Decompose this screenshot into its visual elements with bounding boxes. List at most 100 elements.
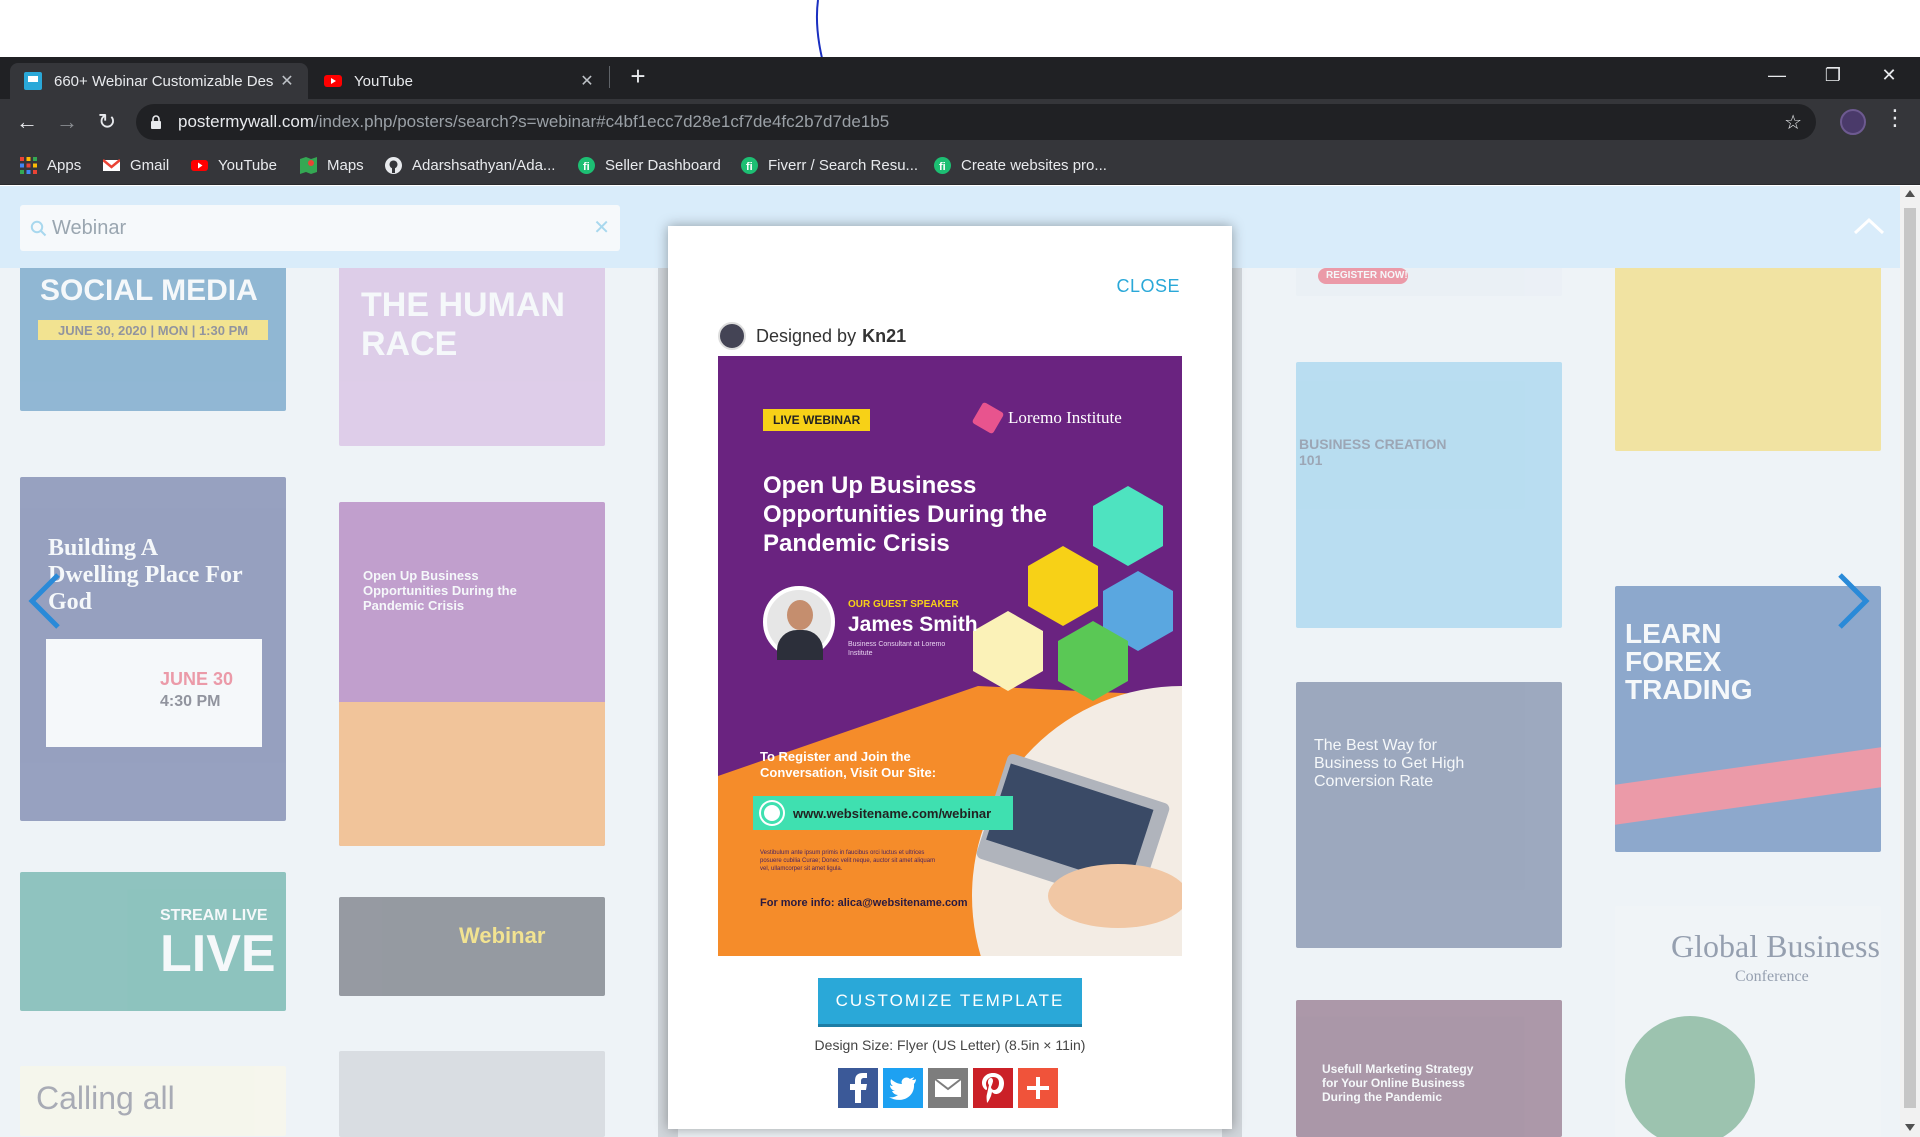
youtube-favicon-icon	[324, 75, 342, 87]
restore-icon[interactable]: ❐	[1810, 60, 1856, 90]
scroll-up-arrow[interactable]	[1905, 190, 1915, 197]
more-share-button[interactable]	[1018, 1068, 1058, 1108]
bookmark-apps[interactable]: Apps	[20, 154, 81, 176]
tab-youtube[interactable]: YouTube ✕	[310, 63, 608, 99]
share-buttons	[838, 1068, 1058, 1108]
search-input[interactable]	[52, 213, 572, 243]
template-card[interactable]: Open Up Business Opportunities During th…	[339, 502, 605, 846]
scroll-thumb[interactable]	[1904, 208, 1916, 1108]
search-box[interactable]: ✕	[20, 205, 620, 251]
designer-name[interactable]: Kn21	[862, 326, 906, 347]
chevron-up-icon[interactable]	[1852, 216, 1886, 236]
page-scrollbar[interactable]	[1900, 186, 1920, 1137]
template-card[interactable]	[1615, 266, 1881, 451]
pinterest-share-button[interactable]	[973, 1068, 1013, 1108]
bookmark-gmail[interactable]: Gmail	[103, 154, 169, 176]
profile-avatar[interactable]	[1840, 109, 1866, 135]
cursor-circle-icon	[761, 802, 783, 824]
bookmark-seller-dashboard[interactable]: fi Seller Dashboard	[578, 154, 721, 176]
fiverr-icon: fi	[578, 156, 595, 174]
template-card[interactable]: Calling all	[20, 1066, 286, 1136]
card-date: JUNE 30	[160, 669, 234, 689]
poster-preview: LIVE WEBINAR Loremo Institute Open Up Bu…	[718, 356, 1182, 956]
twitter-icon	[889, 1077, 916, 1100]
template-card[interactable]: REGISTER NOW!	[1296, 266, 1562, 296]
customize-template-button[interactable]: CUSTOMIZE TEMPLATE	[818, 978, 1082, 1024]
card-title: Webinar	[459, 923, 546, 948]
tab-close-icon[interactable]: ✕	[578, 71, 596, 91]
address-bar[interactable]: postermywall.com/index.php/posters/searc…	[136, 104, 1816, 140]
new-tab-icon[interactable]: +	[624, 63, 652, 91]
facebook-share-button[interactable]	[838, 1068, 878, 1108]
next-arrow-icon[interactable]	[1834, 571, 1874, 631]
template-preview-modal: CLOSE Designed by Kn21 LIVE WEBINAR Lore…	[668, 226, 1232, 1129]
svg-text:fi: fi	[746, 161, 753, 173]
plus-icon	[1027, 1077, 1049, 1099]
institute-name: Loremo Institute	[1008, 408, 1122, 427]
template-card[interactable]: BUSINESS CREATION 101	[1296, 362, 1562, 628]
card-subtitle: Conference	[1735, 968, 1809, 985]
menu-kebab-icon[interactable]: ⋮	[1884, 105, 1906, 131]
window-close-icon[interactable]: ✕	[1866, 60, 1912, 90]
tab-close-icon[interactable]: ✕	[278, 71, 296, 91]
bookmark-label: Maps	[327, 156, 364, 174]
lock-icon	[151, 115, 161, 129]
reload-icon[interactable]: ↻	[92, 107, 122, 137]
browser-toolbar: ← → ↻ postermywall.com/index.php/posters…	[0, 99, 1920, 145]
card-title: SOCIAL MEDIA	[40, 274, 258, 307]
template-card[interactable]: THE HUMAN RACE	[339, 266, 605, 446]
tab-bar: 660+ Webinar Customizable Des ✕ YouTube …	[0, 57, 1920, 99]
twitter-share-button[interactable]	[883, 1068, 923, 1108]
card-title: Global Business	[1671, 928, 1880, 964]
designed-by-label: Designed by	[756, 325, 857, 346]
youtube-icon	[191, 159, 208, 171]
email-share-button[interactable]	[928, 1068, 968, 1108]
minimize-icon[interactable]: —	[1754, 60, 1800, 90]
template-card[interactable]: Building A Dwelling Place For God JUNE 3…	[20, 477, 286, 821]
bookmarks-bar: Apps Gmail YouTube Maps Adarshsathyan/Ad…	[0, 145, 1920, 185]
github-icon	[385, 156, 402, 174]
card-title: THE HUMAN RACE	[361, 286, 565, 363]
scroll-down-arrow[interactable]	[1905, 1124, 1915, 1131]
card-title: The Best Way for Business to Get High Co…	[1314, 737, 1465, 790]
tab-webinar[interactable]: 660+ Webinar Customizable Des ✕	[10, 63, 308, 99]
apps-grid-icon	[20, 156, 37, 174]
bookmark-create-websites[interactable]: fi Create websites pro...	[934, 154, 1107, 176]
register-text: To Register and Join the Conversation, V…	[760, 749, 937, 780]
close-button[interactable]: CLOSE	[1116, 276, 1180, 297]
poster-url: www.websitename.com/webinar	[793, 805, 992, 821]
template-card[interactable]: Usefull Marketing Strategy for Your Onli…	[1296, 1000, 1562, 1137]
page-content: SOCIAL MEDIA JUNE 30, 2020 | MON | 1:30 …	[0, 186, 1920, 1137]
facebook-icon	[850, 1073, 867, 1103]
forward-icon[interactable]: →	[52, 107, 82, 137]
card-title: LEARN FOREX TRADING	[1625, 618, 1753, 705]
cube-logo-icon	[971, 401, 1005, 435]
bookmark-youtube[interactable]: YouTube	[191, 154, 277, 176]
card-title: Usefull Marketing Strategy for Your Onli…	[1322, 1062, 1474, 1104]
clear-search-icon[interactable]: ✕	[593, 215, 610, 240]
card-title: Building A Dwelling Place For God	[48, 535, 243, 615]
bookmark-maps[interactable]: Maps	[300, 154, 364, 176]
email-icon	[934, 1078, 962, 1097]
bookmark-fiverr-search[interactable]: fi Fiverr / Search Resu...	[741, 154, 918, 176]
bookmark-label: Adarshsathyan/Ada...	[412, 156, 556, 174]
bookmark-label: Fiverr / Search Resu...	[768, 156, 919, 174]
back-icon[interactable]: ←	[12, 107, 42, 137]
card-title: BUSINESS CREATION 101	[1299, 436, 1447, 468]
live-webinar-badge: LIVE WEBINAR	[763, 409, 871, 431]
bookmark-star-icon[interactable]: ☆	[1784, 110, 1802, 135]
template-card[interactable]	[339, 1051, 605, 1137]
template-card[interactable]: SOCIAL MEDIA JUNE 30, 2020 | MON | 1:30 …	[20, 266, 286, 411]
bookmark-github[interactable]: Adarshsathyan/Ada...	[385, 154, 555, 176]
poster-body-text: Vestibulum ante ipsum primis in faucibus…	[760, 850, 936, 872]
template-card[interactable]: The Best Way for Business to Get High Co…	[1296, 682, 1562, 948]
template-card[interactable]: STREAM LIVE LIVE	[20, 872, 286, 1011]
institute-logo: Loremo Institute	[971, 401, 1122, 435]
fiverr-icon: fi	[934, 156, 951, 174]
template-card[interactable]: Webinar	[339, 897, 605, 996]
card-title: Calling all	[36, 1080, 175, 1116]
search-icon	[30, 220, 47, 237]
prev-arrow-icon[interactable]	[24, 571, 64, 631]
template-card[interactable]: Global Business Conference	[1615, 906, 1881, 1137]
bookmark-label: Create websites pro...	[961, 156, 1107, 174]
